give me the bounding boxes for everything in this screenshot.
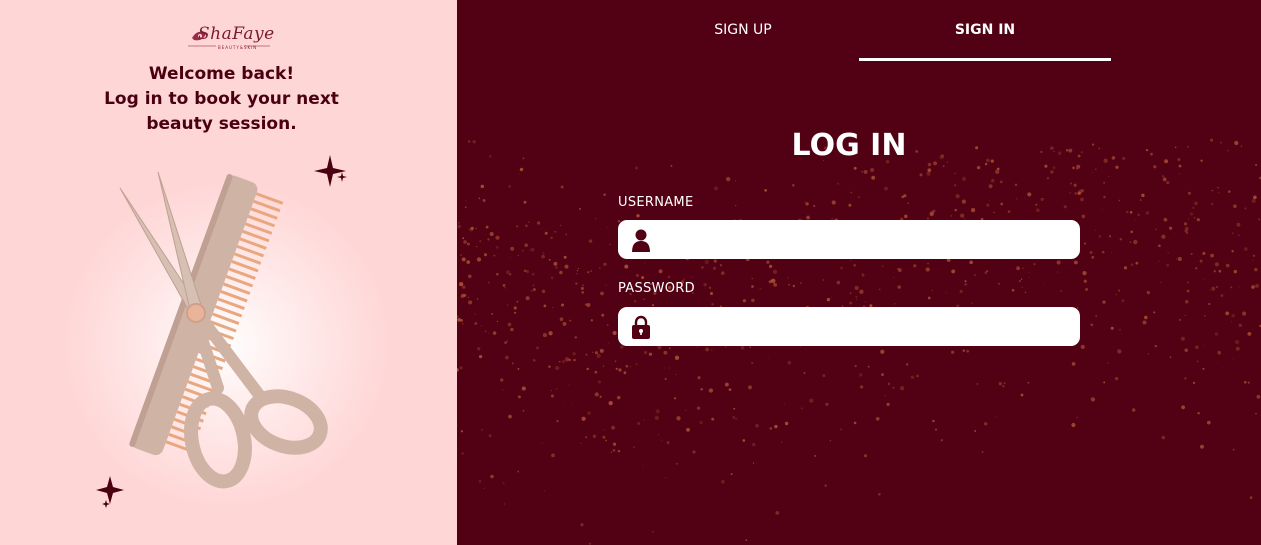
login-panel: SIGN UP SIGN IN LOG IN USERNAME PASSWORD <box>457 0 1261 545</box>
glitter-background <box>457 138 1261 545</box>
lock-icon <box>632 315 650 339</box>
sparkle-decoration <box>96 155 347 508</box>
tab-sign-in[interactable]: SIGN IN <box>859 22 1111 44</box>
username-field-container <box>618 220 1080 261</box>
user-icon <box>632 229 650 252</box>
active-tab-underline <box>859 58 1111 61</box>
username-label: USERNAME <box>618 195 694 210</box>
promo-panel: ShaFaye BEAUTY&SKIN Welcome back! Log in… <box>0 0 457 545</box>
password-field-container <box>618 307 1080 348</box>
tab-sign-up[interactable]: SIGN UP <box>657 22 829 44</box>
username-input[interactable] <box>660 220 1074 261</box>
password-label: PASSWORD <box>618 281 695 296</box>
login-title: LOG IN <box>791 128 907 163</box>
password-input[interactable] <box>660 307 1074 348</box>
